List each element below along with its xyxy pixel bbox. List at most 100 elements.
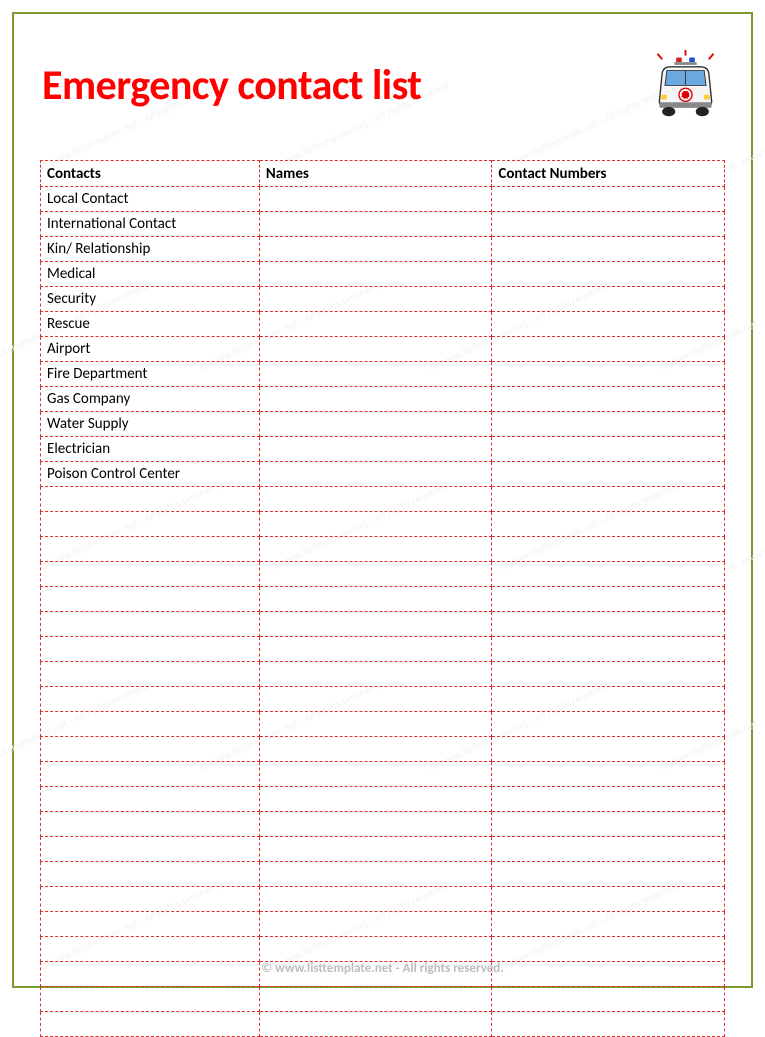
cell-empty (259, 612, 492, 637)
cell-empty (492, 987, 725, 1012)
cell-name (259, 287, 492, 312)
cell-empty (259, 837, 492, 862)
table-row-empty (41, 887, 725, 912)
page-title: Emergency contact list (42, 60, 421, 111)
cell-name (259, 312, 492, 337)
column-header-names: Names (259, 161, 492, 187)
table-row-empty (41, 837, 725, 862)
cell-empty (259, 937, 492, 962)
cell-number (492, 337, 725, 362)
table-row: Fire Department (41, 362, 725, 387)
cell-contact: Medical (41, 262, 260, 287)
cell-contact: Water Supply (41, 412, 260, 437)
cell-empty (41, 887, 260, 912)
cell-contact: International Contact (41, 212, 260, 237)
cell-empty (492, 487, 725, 512)
table-row: Water Supply (41, 412, 725, 437)
cell-empty (492, 812, 725, 837)
cell-empty (259, 1012, 492, 1037)
table-row-empty (41, 512, 725, 537)
table-row-empty (41, 637, 725, 662)
cell-empty (41, 762, 260, 787)
table-row-empty (41, 1012, 725, 1037)
cell-empty (492, 862, 725, 887)
table-row-empty (41, 787, 725, 812)
table-row: Rescue (41, 312, 725, 337)
cell-empty (492, 737, 725, 762)
cell-number (492, 237, 725, 262)
cell-empty (41, 912, 260, 937)
cell-empty (492, 1012, 725, 1037)
cell-empty (41, 712, 260, 737)
cell-empty (259, 487, 492, 512)
cell-number (492, 312, 725, 337)
cell-empty (259, 762, 492, 787)
cell-number (492, 387, 725, 412)
table-row-empty (41, 612, 725, 637)
cell-empty (41, 537, 260, 562)
cell-empty (41, 987, 260, 1012)
cell-contact: Gas Company (41, 387, 260, 412)
table-row-empty (41, 562, 725, 587)
cell-empty (259, 537, 492, 562)
column-header-contacts: Contacts (41, 161, 260, 187)
cell-empty (259, 737, 492, 762)
table-row-empty (41, 862, 725, 887)
cell-empty (259, 587, 492, 612)
footer-text: © www.listtemplate.net - All rights rese… (0, 961, 765, 976)
cell-name (259, 462, 492, 487)
cell-empty (41, 787, 260, 812)
cell-empty (41, 1012, 260, 1037)
cell-empty (259, 787, 492, 812)
cell-empty (41, 837, 260, 862)
table-row-empty (41, 687, 725, 712)
cell-empty (492, 787, 725, 812)
cell-contact: Security (41, 287, 260, 312)
cell-number (492, 437, 725, 462)
table-header-row: Contacts Names Contact Numbers (41, 161, 725, 187)
contacts-table: Contacts Names Contact Numbers Local Con… (40, 160, 725, 1037)
ambulance-icon (648, 50, 723, 120)
cell-empty (492, 562, 725, 587)
table-row: Electrician (41, 437, 725, 462)
cell-empty (41, 587, 260, 612)
table-row: Security (41, 287, 725, 312)
cell-empty (259, 512, 492, 537)
cell-empty (41, 862, 260, 887)
cell-empty (492, 587, 725, 612)
cell-empty (259, 687, 492, 712)
cell-empty (492, 712, 725, 737)
cell-empty (41, 637, 260, 662)
cell-contact: Electrician (41, 437, 260, 462)
cell-number (492, 287, 725, 312)
table-row-empty (41, 737, 725, 762)
table-row-empty (41, 912, 725, 937)
cell-contact: Fire Department (41, 362, 260, 387)
cell-empty (259, 862, 492, 887)
cell-empty (492, 637, 725, 662)
contacts-table-container: Contacts Names Contact Numbers Local Con… (40, 160, 725, 1037)
cell-empty (41, 562, 260, 587)
cell-empty (41, 612, 260, 637)
cell-number (492, 212, 725, 237)
table-row-empty (41, 537, 725, 562)
cell-empty (259, 562, 492, 587)
cell-contact: Rescue (41, 312, 260, 337)
cell-empty (492, 537, 725, 562)
cell-empty (41, 512, 260, 537)
cell-name (259, 212, 492, 237)
table-row: Airport (41, 337, 725, 362)
table-row-empty (41, 662, 725, 687)
header: Emergency contact list (42, 50, 723, 120)
cell-empty (41, 687, 260, 712)
table-row: International Contact (41, 212, 725, 237)
cell-number (492, 262, 725, 287)
cell-empty (259, 712, 492, 737)
cell-number (492, 362, 725, 387)
table-row: Poison Control Center (41, 462, 725, 487)
table-row-empty (41, 937, 725, 962)
cell-empty (492, 887, 725, 912)
table-row-empty (41, 712, 725, 737)
cell-contact: Airport (41, 337, 260, 362)
cell-name (259, 187, 492, 212)
